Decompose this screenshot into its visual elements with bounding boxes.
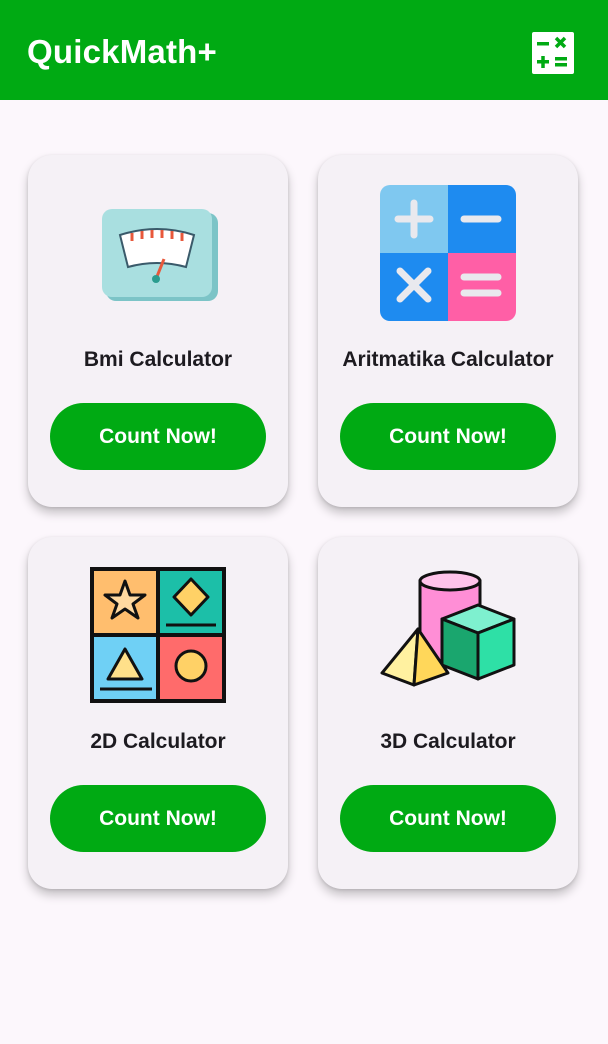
- card-bmi-calculator: Bmi Calculator Count Now!: [28, 155, 288, 507]
- app-title: QuickMath+: [27, 33, 217, 70]
- card-title: 3D Calculator: [380, 730, 516, 753]
- card-3d-calculator: 3D Calculator Count Now!: [318, 537, 578, 889]
- count-now-button[interactable]: Count Now!: [340, 785, 556, 852]
- card-title: Bmi Calculator: [83, 348, 233, 371]
- card-aritmatika-calculator: Aritmatika Calculator Count Now!: [318, 155, 578, 507]
- 2d-shapes-icon: [90, 567, 226, 703]
- calculator-icon[interactable]: [532, 32, 574, 74]
- bmi-scale-icon: [90, 185, 226, 321]
- card-title: Aritmatika Calculator: [342, 348, 554, 371]
- app-bar: QuickMath+: [0, 0, 608, 100]
- count-now-button[interactable]: Count Now!: [50, 403, 266, 470]
- arithmetic-operators-icon: [380, 185, 516, 321]
- card-title: 2D Calculator: [90, 730, 226, 753]
- card-2d-calculator: 2D Calculator Count Now!: [28, 537, 288, 889]
- count-now-button[interactable]: Count Now!: [340, 403, 556, 470]
- 3d-shapes-icon: [380, 567, 516, 703]
- count-now-button[interactable]: Count Now!: [50, 785, 266, 852]
